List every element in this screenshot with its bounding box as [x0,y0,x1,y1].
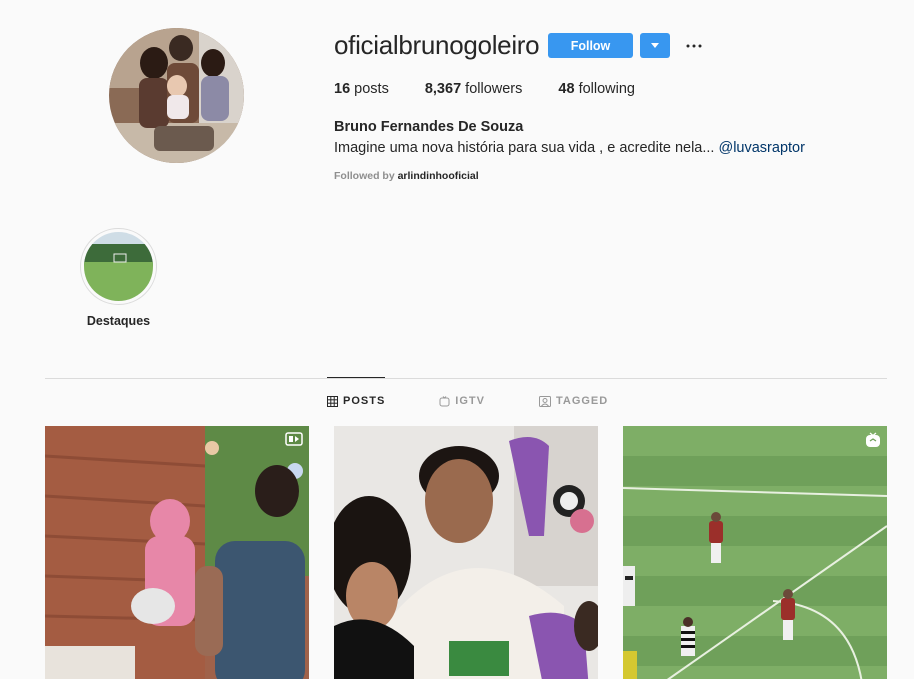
followed-by-user-link[interactable]: arlindinhooficial [398,170,479,182]
tab-tagged-label: TAGGED [555,395,609,407]
profile-stats: 16 posts 8,367 followers 48 following [334,81,635,97]
video-badge [285,432,303,451]
more-options-button[interactable] [684,33,704,58]
post-thumbnail[interactable] [623,426,887,679]
following-count-value: 48 [558,81,575,97]
tab-posts[interactable]: POSTS [327,395,385,407]
profile-username: oficialbrunogoleiro [334,30,540,60]
followed-by-prefix: Followed by [334,170,395,182]
video-icon [285,432,303,446]
following-count-label: following [578,81,635,97]
tabs-divider [45,378,887,379]
highlight-ring [80,228,157,305]
igtv-badge [865,432,881,453]
posts-count-value: 16 [334,81,351,97]
igtv-icon [439,395,450,406]
bio-mention-link[interactable]: @luvasraptor [718,140,804,156]
posts-count-label: posts [354,81,389,97]
profile-tabs: POSTS IGTV TAGGED [327,395,662,407]
followers-count-value: 8,367 [424,81,462,97]
tab-igtv[interactable]: IGTV [439,395,485,407]
tagged-icon [538,395,551,407]
followers-count-label: followers [465,81,523,97]
igtv-icon [866,432,880,447]
following-count[interactable]: 48 following [558,81,635,97]
profile-full-name: Bruno Fernandes De Souza [334,119,524,135]
followers-count[interactable]: 8,367 followers [425,81,523,97]
story-highlight[interactable]: Destaques [80,228,157,328]
followed-by: Followed by arlindinhooficial [334,170,479,182]
suggestions-dropdown-button[interactable] [640,33,670,58]
posts-count: 16 posts [334,81,389,97]
post-thumbnail[interactable] [45,426,309,679]
tab-igtv-label: IGTV [455,395,485,407]
tab-tagged[interactable]: TAGGED [538,395,609,407]
active-tab-indicator [327,377,385,378]
bio-text: Imagine uma nova história para sua vida … [334,140,715,156]
highlight-label: Destaques [86,314,151,328]
post-thumbnail[interactable] [334,426,598,679]
caret-down-icon [651,43,659,48]
tab-posts-label: POSTS [343,395,386,407]
profile-avatar[interactable] [109,28,244,163]
grid-icon [327,395,338,407]
follow-button[interactable]: Follow [548,33,633,58]
ellipsis-icon [686,44,702,47]
highlight-cover [84,232,153,301]
profile-bio: Imagine uma nova história para sua vida … [334,140,805,156]
